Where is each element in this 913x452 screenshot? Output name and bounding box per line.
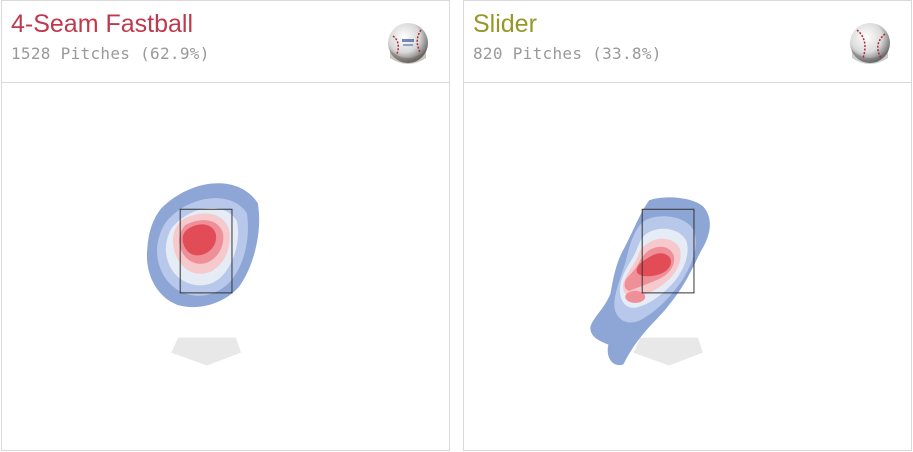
- card-header: Slider 820 Pitches (33.8%): [464, 1, 911, 83]
- pitch-count: 1528 Pitches (62.9%): [11, 44, 210, 63]
- pitch-name: 4-Seam Fastball: [11, 10, 194, 38]
- pitch-card-fourseam: 4-Seam Fastball 1528 Pitches (62.9%): [1, 0, 450, 451]
- pitch-name: Slider: [473, 10, 537, 38]
- heatmap-svg: [146, 183, 260, 366]
- home-plate: [633, 337, 703, 366]
- baseball-fourseam-icon: [388, 23, 428, 64]
- pitch-count: 820 Pitches (33.8%): [473, 44, 662, 63]
- heatmap-svg: [590, 197, 710, 366]
- pitch-card-slider: Slider 820 Pitches (33.8%): [463, 0, 912, 451]
- card-header: 4-Seam Fastball 1528 Pitches (62.9%): [2, 1, 449, 83]
- baseball-slider-icon: [850, 23, 890, 64]
- heatmap-plot: [464, 83, 911, 450]
- heatmap-plot: [2, 83, 449, 450]
- home-plate: [171, 337, 241, 366]
